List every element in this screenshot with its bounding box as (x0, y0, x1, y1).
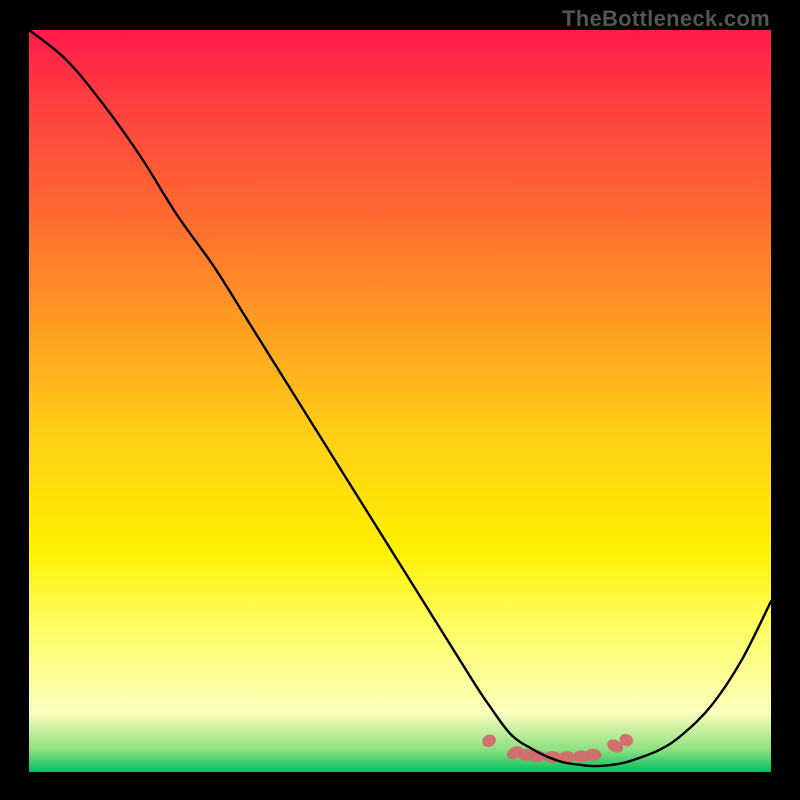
highlight-dot (480, 732, 498, 749)
chart-stage: TheBottleneck.com (0, 0, 800, 800)
plot-area (29, 30, 771, 772)
highlight-dot (584, 749, 601, 761)
main-curve (29, 30, 771, 766)
marker-group (480, 732, 635, 764)
curve-svg (29, 30, 771, 772)
watermark-text: TheBottleneck.com (562, 6, 770, 32)
